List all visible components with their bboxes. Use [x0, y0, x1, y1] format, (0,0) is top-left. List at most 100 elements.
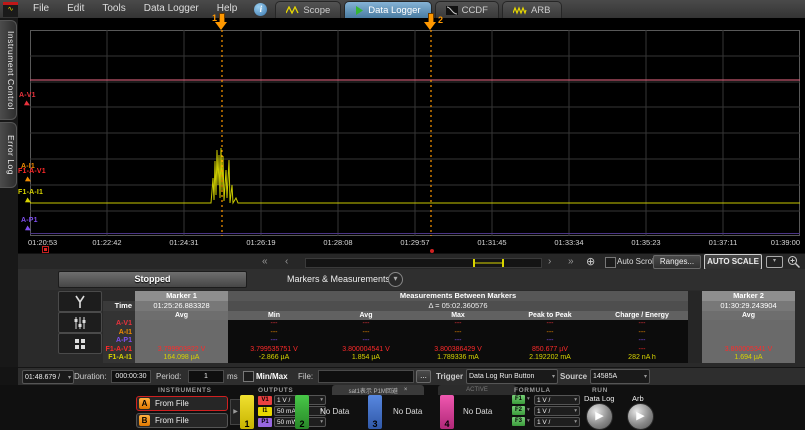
auto-scroll-checkbox[interactable] [605, 257, 616, 268]
cell-m1: 3.799903822 V [135, 346, 228, 355]
file-field[interactable] [318, 370, 414, 383]
waveform-chart[interactable]: A-V1 ▶ A-I1 F1-A-V1 ▶ F1-A-I1 ▶ A-P1 ▶ 0… [18, 18, 805, 253]
marker-2-handle[interactable] [428, 13, 434, 22]
dataset-file-tab[interactable]: sat1表示 P1M回避 × [332, 385, 424, 395]
cell-min: --- [228, 329, 320, 338]
col-header-max: Max [412, 311, 504, 320]
trigger-dropdown[interactable]: Data Log Run Button▾ [466, 369, 558, 384]
time-per-div-dropdown[interactable]: 01:48.679 /▾ [22, 370, 74, 384]
sidebar-tab-error-log[interactable]: Error Log [0, 122, 17, 188]
between-markers-header: Measurements Between Markers [228, 291, 688, 301]
menu-data-logger[interactable]: Data Logger [135, 0, 208, 18]
screenshot-icon[interactable]: ▾ [766, 256, 783, 268]
cell-min: --- [228, 320, 320, 329]
column-gap [688, 311, 702, 320]
browse-button[interactable]: ... [416, 370, 431, 383]
trigger-value: Data Log Run Button [469, 373, 534, 380]
measurement-settings-button[interactable] [58, 312, 102, 333]
scrollbar-thumb[interactable] [473, 259, 504, 267]
marker2-stat-header: Avg [702, 311, 795, 320]
row-label: F1-A-V1 [103, 346, 135, 355]
period-field[interactable]: 1 [188, 370, 224, 383]
sliders-icon [73, 316, 87, 330]
formula-f2-expander[interactable]: ▾ [527, 407, 530, 413]
instrument-b-button[interactable]: B From File [136, 413, 228, 428]
scrollbar-track[interactable] [305, 258, 542, 268]
source-dropdown[interactable]: 14585A▾ [590, 369, 650, 384]
instrument-a-button[interactable]: A From File [136, 396, 228, 411]
close-icon[interactable]: × [404, 387, 408, 393]
channel-label-f1-a-i1[interactable]: F1-A-I1 [18, 189, 43, 196]
x-tick: 01:26:19 [231, 238, 291, 247]
marker-1-handle-arrow[interactable] [215, 22, 227, 30]
ranges-button[interactable]: Ranges... [653, 255, 701, 269]
menu-file[interactable]: File [24, 0, 58, 18]
sine-wave-icon [286, 6, 299, 15]
output-3-bar[interactable]: 3 [368, 395, 382, 429]
marker-tool-button[interactable] [58, 291, 102, 312]
menu-edit[interactable]: Edit [58, 0, 93, 18]
pan-icon[interactable]: ⊕ [586, 255, 595, 268]
x-tick: 01:28:08 [308, 238, 368, 247]
cell-max: --- [412, 329, 504, 338]
auto-scale-button[interactable]: AUTO SCALE [704, 254, 762, 270]
tab-arb[interactable]: ARB [502, 1, 562, 19]
grid-view-button[interactable] [58, 333, 102, 354]
tab-ccdf[interactable]: CCDF [435, 1, 499, 19]
instrument-a-label: From File [155, 399, 189, 408]
cell-ce: 282 nA h [596, 354, 688, 363]
channel-label-f1-a-v1[interactable]: F1-A-V1 [18, 168, 46, 175]
data-logger-app: ∿ File Edit Tools Data Logger Help i Sco… [0, 0, 805, 430]
formula-f1-expander[interactable]: ▾ [527, 396, 530, 402]
marker1-stat-header: Avg [135, 311, 228, 320]
marker1-header[interactable]: Marker 1 [135, 291, 228, 301]
cell-p2p: --- [504, 337, 596, 346]
time-per-div-value: 01:48.679 / [25, 374, 60, 381]
minmax-checkbox[interactable] [243, 371, 254, 382]
channel-label-a-v1[interactable]: A-V1 [19, 92, 36, 99]
column-gap [688, 337, 702, 346]
formula-f1-scale-dropdown[interactable]: 1 V /▾ [534, 395, 580, 405]
scroll-next-page-button[interactable]: » [568, 254, 574, 269]
logging-controls-row: 01:48.679 /▾ Duration: 000:00:30 Period:… [18, 367, 805, 386]
marker2-header[interactable]: Marker 2 [702, 291, 795, 301]
source-value: 14585A [593, 373, 617, 380]
scroll-prev-page-button[interactable]: « [262, 254, 268, 269]
formula-f3-scale-dropdown[interactable]: 1 V /▾ [534, 417, 580, 427]
plot-area[interactable] [30, 30, 800, 236]
cell-avg: --- [320, 320, 412, 329]
formula-f2-scale-dropdown[interactable]: 1 V /▾ [534, 406, 580, 416]
output-1-bar[interactable]: 1 [240, 395, 254, 429]
formula-f3-expander[interactable]: ▾ [527, 418, 530, 424]
formula-f1-scale: 1 V / [537, 397, 550, 404]
run-data-log-button[interactable]: ▶ [586, 403, 613, 430]
scroll-prev-button[interactable]: ‹ [285, 254, 288, 269]
info-icon[interactable]: i [254, 3, 267, 16]
x-tick: 01:24:31 [154, 238, 214, 247]
output-1-v1-scale: 1 V / [277, 397, 290, 404]
formula-f1-chip: F1 [512, 395, 525, 404]
marker-2-handle-arrow[interactable] [424, 22, 436, 30]
run-arb-button[interactable]: ▶ [627, 403, 654, 430]
channel-label-a-p1[interactable]: A-P1 [21, 217, 38, 224]
col-header-charge-energy: Charge / Energy [596, 311, 688, 320]
zoom-in-icon[interactable] [787, 255, 801, 269]
output-4-bar[interactable]: 4 [440, 395, 454, 429]
sidebar-tab-instrument-control[interactable]: Instrument Control [0, 20, 17, 120]
column-gap [688, 346, 702, 355]
marker-1-handle[interactable] [219, 13, 225, 22]
panel-collapse-button[interactable]: ▾ [388, 272, 403, 287]
tab-scope[interactable]: Scope [275, 1, 341, 19]
time-row-label: Time [103, 301, 135, 311]
active-tab[interactable]: ACTIVE [438, 385, 516, 395]
instrument-b-badge: B [139, 415, 150, 426]
x-tick: 01:33:34 [539, 238, 599, 247]
duration-field[interactable]: 000:00:30 [111, 370, 151, 383]
output-2-bar[interactable]: 2 [295, 395, 309, 429]
scroll-next-button[interactable]: › [548, 254, 551, 269]
chart-scroll-row: « ‹ › » ⊕ Auto Scroll Ranges... AUTO SCA… [18, 253, 805, 270]
tab-data-logger[interactable]: Data Logger [344, 1, 431, 19]
column-gap [688, 301, 702, 311]
auto-scroll-label: Auto Scroll [617, 257, 656, 266]
menu-tools[interactable]: Tools [93, 0, 134, 18]
